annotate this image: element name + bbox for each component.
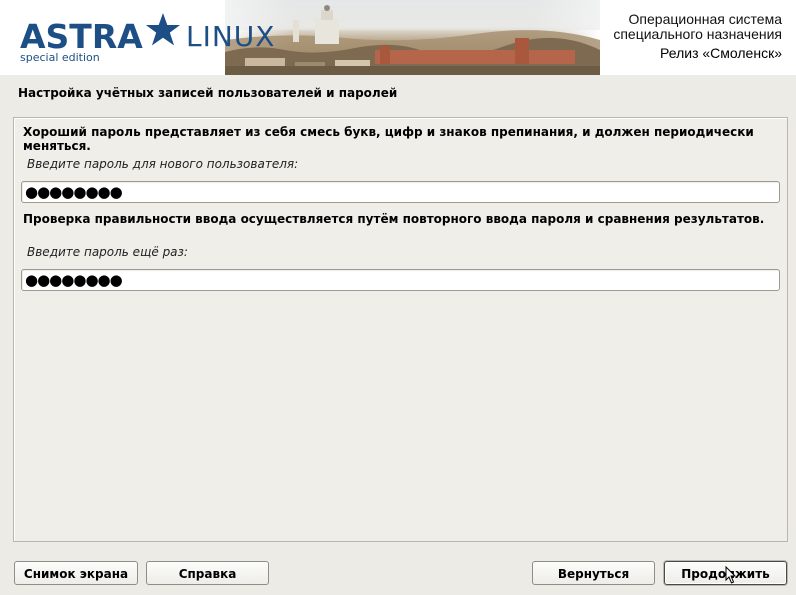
- verify-prompt: Введите пароль ещё раз:: [27, 245, 188, 259]
- city-photo: [225, 0, 600, 75]
- mouse-cursor-icon: [725, 566, 737, 584]
- logo-edition: special edition: [20, 51, 100, 64]
- os-release: Релиз «Смоленск»: [660, 45, 782, 61]
- os-name-line1: Операционная система: [628, 11, 782, 27]
- help-button[interactable]: Справка: [146, 561, 269, 585]
- password-input-value: ●●●●●●●●: [25, 183, 123, 201]
- star-icon: [142, 9, 184, 49]
- verify-password-input-value: ●●●●●●●●: [25, 271, 123, 289]
- password-description: Хороший пароль представляет из себя смес…: [23, 125, 754, 153]
- os-name-line2: специального назначения: [613, 26, 782, 42]
- city-photo-art: [225, 0, 600, 75]
- screenshot-button[interactable]: Снимок экрана: [14, 561, 138, 585]
- verify-description: Проверка правильности ввода осуществляет…: [23, 212, 765, 226]
- password-prompt: Введите пароль для нового пользователя:: [27, 157, 299, 171]
- verify-password-input[interactable]: ●●●●●●●●: [21, 269, 780, 291]
- back-button[interactable]: Вернуться: [532, 561, 655, 585]
- dialog-title: Настройка учётных записей пользователей …: [18, 86, 398, 100]
- header-banner: ASTRA LINUX special edition Операционная…: [0, 0, 796, 75]
- content-panel: Хороший пароль представляет из себя смес…: [13, 117, 788, 542]
- os-name: Операционная система специального назнач…: [613, 12, 782, 42]
- logo-linux: LINUX: [186, 20, 276, 53]
- password-input[interactable]: ●●●●●●●●: [21, 181, 780, 203]
